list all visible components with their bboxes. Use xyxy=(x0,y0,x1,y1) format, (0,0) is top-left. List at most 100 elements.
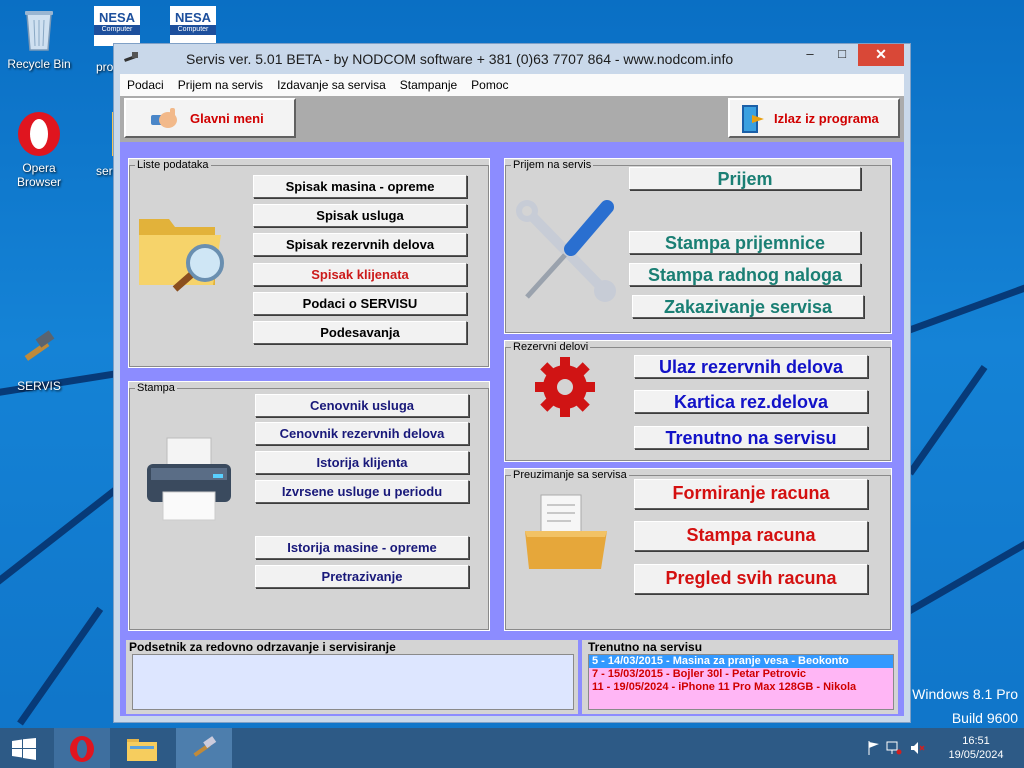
nesa-logo-text: NESA xyxy=(174,10,212,25)
opera-icon xyxy=(15,110,63,158)
list-clients-button[interactable]: Spisak klijenata xyxy=(253,263,467,286)
maximize-button[interactable]: □ xyxy=(828,44,856,66)
network-icon[interactable] xyxy=(886,741,902,758)
windows-watermark-line2: Build 9600 xyxy=(951,710,1018,726)
menu-pomoc[interactable]: Pomoc xyxy=(464,74,515,92)
menu-bar: Podaci Prijem na servis Izdavanje sa servi… xyxy=(120,74,904,96)
reminder-list[interactable] xyxy=(132,654,574,710)
list-machines-button[interactable]: Spisak masina - opreme xyxy=(253,175,467,198)
panel-caption: Stampa xyxy=(135,382,177,394)
service-info-button[interactable]: Podaci o SERVISU xyxy=(253,292,467,315)
panel-rezervni-delovi: Rezervni delovi Ulaz rezervnih delova Ka… xyxy=(504,340,892,462)
client-area: Glavni meni Izlaz iz programa Liste poda… xyxy=(120,96,904,716)
panel-liste-podataka: Liste podataka Spisak masina - opreme Sp… xyxy=(128,158,490,368)
recycle-bin-icon xyxy=(15,6,63,54)
clock[interactable]: 16:51 19/05/2024 xyxy=(940,735,1012,761)
services-in-period-button[interactable]: Izvrsene usluge u periodu xyxy=(255,480,469,503)
print-invoice-button[interactable]: Stampa racuna xyxy=(634,521,868,551)
list-item[interactable]: 7 - 15/03/2015 - Bojler 30l - Petar Petr… xyxy=(589,668,893,681)
folder-search-icon xyxy=(135,205,231,300)
list-services-button[interactable]: Spisak usluga xyxy=(253,204,467,227)
search-button[interactable]: Pretrazivanje xyxy=(255,565,469,588)
current-service-caption: Trenutno na servisu xyxy=(588,640,703,654)
current-service-list[interactable]: 5 - 14/03/2015 - Masina za pranje vesa -… xyxy=(588,654,894,710)
panel-stampa: Stampa Cenovnik usluga Cenovnik rezervni… xyxy=(128,381,490,631)
list-item[interactable]: 11 - 19/05/2024 - iPhone 11 Pro Max 128G… xyxy=(589,681,893,694)
parts-card-button[interactable]: Kartica rez.delova xyxy=(634,390,868,413)
panel-prijem-na-servis: Prijem na servis Prijem Stampa prijemnic… xyxy=(504,158,892,334)
title-bar[interactable]: Servis ver. 5.01 BETA - by NODCOM softwa… xyxy=(114,44,910,74)
start-button[interactable] xyxy=(0,728,56,768)
reminder-caption: Podsetnik za redovno odrzavanje i servis… xyxy=(129,640,396,654)
flag-icon[interactable] xyxy=(868,741,880,758)
list-item[interactable]: 5 - 14/03/2015 - Masina za pranje vesa -… xyxy=(589,655,893,668)
taskbar-servis-app[interactable] xyxy=(176,728,232,768)
app-hammer-icon xyxy=(122,51,140,70)
clock-time: 16:51 xyxy=(962,735,990,747)
price-list-services-button[interactable]: Cenovnik usluga xyxy=(255,394,469,417)
window-title: Servis ver. 5.01 BETA - by NODCOM softwa… xyxy=(186,51,734,67)
clock-date: 19/05/2024 xyxy=(948,749,1004,761)
main-menu-button[interactable]: Glavni meni xyxy=(124,98,296,138)
nesa-logo-icon: NESA Computer xyxy=(170,6,216,46)
menu-podaci[interactable]: Podaci xyxy=(120,74,171,92)
currently-in-service-button[interactable]: Trenutno na servisu xyxy=(634,426,868,449)
main-menu-label: Glavni meni xyxy=(190,111,264,126)
desktop-icon-label: SERVIS xyxy=(17,379,61,393)
print-receipt-button[interactable]: Stampa prijemnice xyxy=(629,231,861,254)
schedule-service-button[interactable]: Zakazivanje servisa xyxy=(632,295,864,318)
menu-stampanje[interactable]: Stampanje xyxy=(393,74,464,92)
desktop-icon-servis[interactable]: SERVIS xyxy=(0,328,78,393)
panel-caption: Rezervni delovi xyxy=(511,341,591,353)
gear-icon xyxy=(525,355,605,424)
desktop-icon-opera[interactable]: Opera Browser xyxy=(0,110,78,189)
settings-button[interactable]: Podesavanja xyxy=(253,321,467,344)
exit-door-icon xyxy=(738,103,768,138)
taskbar-opera[interactable] xyxy=(54,728,110,768)
print-work-order-button[interactable]: Stampa radnog naloga xyxy=(629,263,861,286)
menu-prijem[interactable]: Prijem na servis xyxy=(171,74,270,92)
intake-button[interactable]: Prijem xyxy=(629,167,861,190)
close-button[interactable]: ✕ xyxy=(858,44,904,66)
taskbar: 16:51 19/05/2024 xyxy=(0,728,1024,768)
menu-izdavanje[interactable]: Izdavanje sa servisa xyxy=(270,74,393,92)
opera-icon xyxy=(67,734,97,768)
folder-icon xyxy=(126,736,158,767)
client-history-button[interactable]: Istorija klijenta xyxy=(255,451,469,474)
create-invoice-button[interactable]: Formiranje racuna xyxy=(634,479,868,509)
minimize-button[interactable]: – xyxy=(796,44,824,66)
list-spare-parts-button[interactable]: Spisak rezervnih delova xyxy=(253,233,467,256)
spare-parts-input-button[interactable]: Ulaz rezervnih delova xyxy=(634,355,868,378)
folder-document-icon xyxy=(523,491,613,580)
machine-history-button[interactable]: Istorija masine - opreme xyxy=(255,536,469,559)
desktop-icon-label: pro xyxy=(96,60,114,74)
windows-logo-icon xyxy=(12,738,36,765)
taskbar-file-explorer[interactable] xyxy=(114,728,170,768)
windows-watermark-line1: Windows 8.1 Pro xyxy=(912,686,1018,702)
desktop-icon-label: Recycle Bin xyxy=(7,57,71,71)
printer-icon xyxy=(141,434,237,529)
reminder-panel: Podsetnik za redovno odrzavanje i servis… xyxy=(126,640,578,714)
hammer-icon xyxy=(15,328,63,376)
price-list-parts-button[interactable]: Cenovnik rezervnih delova xyxy=(255,422,469,445)
nesa-logo-sub: Computer xyxy=(170,25,216,35)
desktop-icon-recycle-bin[interactable]: Recycle Bin xyxy=(0,6,78,71)
desktop-icon-label: ser xyxy=(96,164,113,178)
panel-caption: Preuzimanje sa servisa xyxy=(511,469,629,481)
panel-caption: Prijem na servis xyxy=(511,159,594,171)
nesa-logo-icon: NESA Computer xyxy=(94,6,140,46)
exit-program-label: Izlaz iz programa xyxy=(774,111,879,126)
nesa-logo-sub: Computer xyxy=(94,25,140,35)
wrench-screwdriver-icon xyxy=(515,199,625,308)
desktop-icon-label: Opera Browser xyxy=(16,161,61,189)
current-service-panel: Trenutno na servisu 5 - 14/03/2015 - Mas… xyxy=(582,640,898,714)
hand-icon xyxy=(148,105,180,136)
all-invoices-button[interactable]: Pregled svih racuna xyxy=(634,564,868,594)
nesa-logo-text: NESA xyxy=(98,10,136,25)
volume-muted-icon[interactable] xyxy=(910,741,926,758)
exit-program-button[interactable]: Izlaz iz programa xyxy=(728,98,900,138)
panel-preuzimanje: Preuzimanje sa servisa Formiranje racuna… xyxy=(504,468,892,631)
app-window: Servis ver. 5.01 BETA - by NODCOM softwa… xyxy=(113,43,911,723)
toolbar: Glavni meni Izlaz iz programa xyxy=(120,96,904,142)
panel-caption: Liste podataka xyxy=(135,159,211,171)
